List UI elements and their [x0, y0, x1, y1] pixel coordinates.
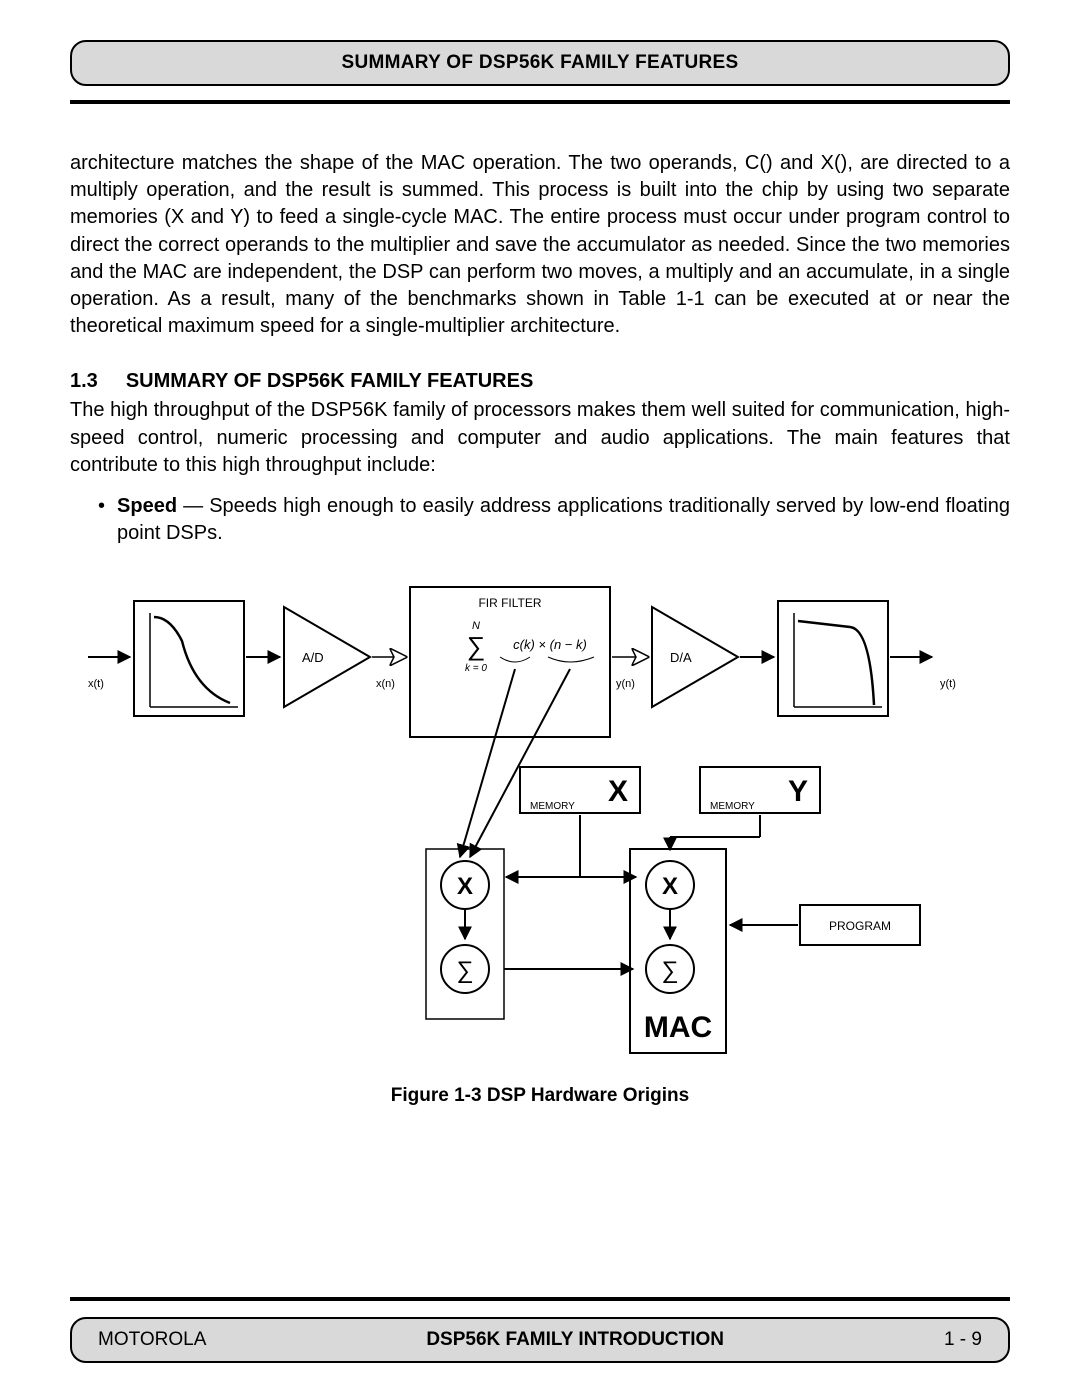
diagram-svg: x(t) A/D x(n) FIR FILTER N ∑ k = 0 c(k) … — [70, 577, 1010, 1067]
paragraph-2: The high throughput of the DSP56K family… — [70, 397, 1010, 479]
program-label: PROGRAM — [829, 919, 891, 933]
label-yn: y(n) — [616, 678, 635, 690]
sigma-icon: ∑ — [467, 631, 486, 661]
sum-sigma-left: ∑ — [456, 957, 473, 984]
bullet-rest: — Speeds high enough to easily address a… — [117, 495, 1010, 544]
y-mem-label: Y — [788, 775, 808, 808]
section-title: SUMMARY OF DSP56K FAMILY FEATURES — [126, 370, 533, 393]
header-title: SUMMARY OF DSP56K FAMILY FEATURES — [342, 52, 739, 73]
da-label: D/A — [670, 650, 692, 665]
bullet-dot-icon: • — [98, 493, 105, 547]
x-mem-caption: MEMORY — [530, 801, 575, 812]
bullet-text: Speed — Speeds high enough to easily add… — [117, 493, 1010, 547]
ad-label: A/D — [302, 650, 324, 665]
figure-caption: Figure 1-3 DSP Hardware Origins — [70, 1085, 1010, 1107]
footer-center: DSP56K FAMILY INTRODUCTION — [426, 1329, 724, 1351]
top-rule — [70, 100, 1010, 104]
y-mem-caption: MEMORY — [710, 801, 755, 812]
bullet-item: • Speed — Speeds high enough to easily a… — [98, 493, 1010, 547]
footer-left: MOTOROLA — [98, 1329, 206, 1351]
footer-right: 1 - 9 — [944, 1329, 982, 1351]
fir-label: FIR FILTER — [478, 596, 541, 610]
mac-label: MAC — [644, 1011, 712, 1044]
x-mem-label: X — [608, 775, 628, 808]
label-xt-left: x(t) — [88, 678, 104, 690]
paragraph-1: architecture matches the shape of the MA… — [70, 150, 1010, 340]
section-heading: 1.3 SUMMARY OF DSP56K FAMILY FEATURES — [70, 370, 1010, 393]
mult-x-right: X — [662, 873, 678, 900]
da-converter — [652, 607, 738, 707]
formula-base: k = 0 — [465, 663, 487, 674]
bottom-rule — [70, 1297, 1010, 1301]
bullet-bold: Speed — [117, 495, 177, 517]
label-xn: x(n) — [376, 678, 395, 690]
page-footer: MOTOROLA DSP56K FAMILY INTRODUCTION 1 - … — [70, 1317, 1010, 1363]
label-yt: y(t) — [940, 678, 956, 690]
mult-x-left: X — [457, 873, 473, 900]
ad-converter — [284, 607, 370, 707]
sum-sigma-right: ∑ — [661, 957, 678, 984]
figure: x(t) A/D x(n) FIR FILTER N ∑ k = 0 c(k) … — [70, 577, 1010, 1107]
formula-body: c(k) × (n − k) — [513, 637, 587, 652]
section-number: 1.3 — [70, 370, 98, 393]
page-header: SUMMARY OF DSP56K FAMILY FEATURES — [70, 40, 1010, 86]
